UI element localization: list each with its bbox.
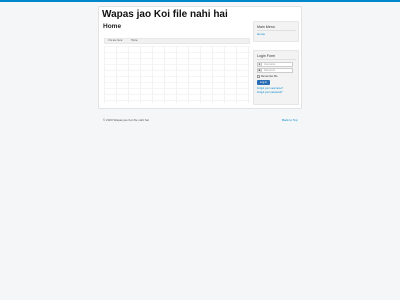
breadcrumb: You are here: Home xyxy=(104,38,250,44)
remember-me-row: Remember Me xyxy=(257,75,278,79)
remember-me-checkbox[interactable] xyxy=(257,75,260,78)
module-divider xyxy=(257,59,296,60)
menu-item-home[interactable]: Home xyxy=(257,32,265,36)
login-form-title: Login Form xyxy=(257,54,276,58)
remember-me-label: Remember Me xyxy=(261,75,278,79)
page-container: Wapas jao Koi file nahi hai Home You are… xyxy=(98,6,302,109)
top-accent-bar xyxy=(0,0,400,2)
password-row: ■ Password xyxy=(257,68,293,73)
forgot-password-link[interactable]: Forgot your password? xyxy=(257,91,283,94)
breadcrumb-prefix: You are here: xyxy=(108,39,123,42)
breadcrumb-separator xyxy=(127,39,128,42)
password-input[interactable]: Password xyxy=(262,68,293,73)
module-divider xyxy=(257,30,296,31)
username-row: ● Username xyxy=(257,62,293,67)
login-form-module: Login Form ● Username ■ Password Remembe… xyxy=(253,50,299,105)
site-title[interactable]: Wapas jao Koi file nahi hai xyxy=(102,9,228,20)
breadcrumb-item-home: Home xyxy=(131,39,138,42)
forgot-username-link[interactable]: Forgot your username? xyxy=(257,87,283,90)
content-grid xyxy=(104,46,250,103)
main-menu-title: Main Menu xyxy=(257,25,275,29)
main-menu-module: Main Menu Home xyxy=(253,21,299,42)
login-button[interactable]: Log in xyxy=(257,80,270,85)
back-to-top-link[interactable]: Back to Top xyxy=(282,118,298,122)
page-title: Home xyxy=(103,23,122,30)
username-input[interactable]: Username xyxy=(262,62,293,67)
main-content: Home You are here: Home xyxy=(103,23,250,105)
footer-copyright: © 2023 Wapas jao Koi file nahi hai xyxy=(103,118,149,122)
